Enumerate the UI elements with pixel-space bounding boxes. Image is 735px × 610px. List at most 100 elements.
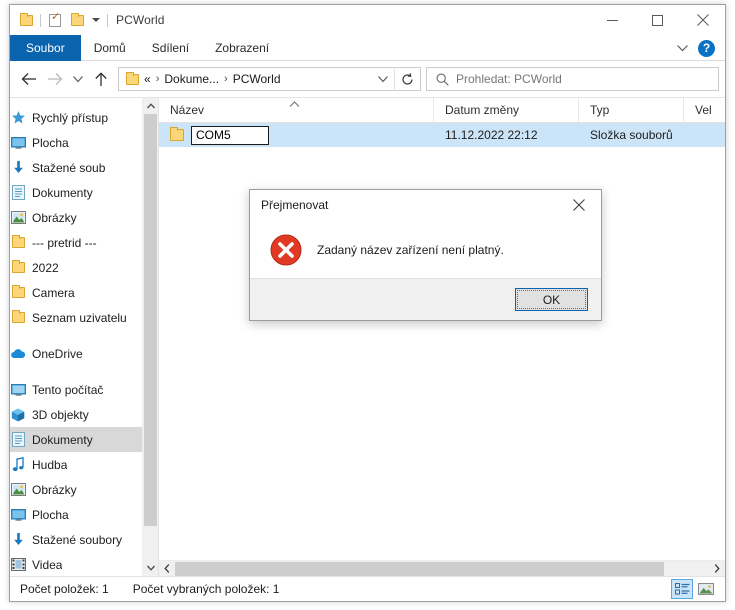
sidebar-scrollbar[interactable] <box>142 98 158 576</box>
sidebar-item-label: Stažené soubory <box>32 532 123 547</box>
folder-icon <box>10 235 26 251</box>
refresh-icon[interactable] <box>394 67 420 91</box>
dialog-message: Zadaný název zařízení není platný. <box>317 243 504 257</box>
videos-icon <box>10 557 26 573</box>
status-item-count: Počet položek: 1 <box>20 582 109 596</box>
rename-error-dialog: Přejmenovat Zadaný název zařízení není p… <box>249 189 602 321</box>
sort-ascending-icon <box>289 97 300 111</box>
column-header-nazev[interactable]: Název <box>159 98 434 122</box>
cell-date: 11.12.2022 22:12 <box>445 128 538 142</box>
sidebar-item-dokumenty-qa[interactable]: Dokumenty <box>10 180 158 205</box>
navigation-toolbar: « › Dokume... › PCWorld Prohledat: PCWor… <box>10 61 725 97</box>
cell-name[interactable]: COM5 <box>159 125 434 145</box>
dialog-footer: OK <box>250 278 601 320</box>
sidebar-item-stazene-soubory-qa[interactable]: Stažené soub <box>10 155 158 180</box>
sidebar-group-label: OneDrive <box>32 346 83 361</box>
breadcrumb-overflow[interactable]: « <box>144 72 151 86</box>
ribbon-right-controls: ? <box>672 35 721 61</box>
horizontal-scrollbar-thumb[interactable] <box>175 561 664 576</box>
sidebar-group-onedrive[interactable]: OneDrive <box>10 341 158 366</box>
up-button[interactable] <box>88 66 114 92</box>
back-button[interactable] <box>16 66 42 92</box>
chevron-down-icon[interactable] <box>672 38 692 58</box>
horizontal-scrollbar[interactable] <box>159 560 725 576</box>
dialog-title-bar: Přejmenovat <box>250 190 601 220</box>
sidebar-item-camera[interactable]: Camera <box>10 280 158 305</box>
sidebar-item-label: 3D objekty <box>32 407 89 422</box>
status-selected-count: Počet vybraných položek: 1 <box>132 582 280 596</box>
sidebar-item-hudba[interactable]: Hudba <box>10 452 158 477</box>
qat-divider-2 <box>107 13 108 27</box>
desktop-icon <box>10 135 26 151</box>
horizontal-scrollbar-track[interactable] <box>175 561 709 577</box>
screen: PCWorld Soubor Domů Sdílení Zobrazení <box>0 0 735 610</box>
sidebar-item-plocha-pc[interactable]: Plocha <box>10 502 158 527</box>
folder-icon <box>170 127 184 141</box>
tab-domu[interactable]: Domů <box>81 35 139 61</box>
sidebar-scrollbar-thumb[interactable] <box>144 114 157 526</box>
properties-icon[interactable] <box>44 9 66 31</box>
title-bar: PCWorld <box>10 5 725 35</box>
rename-input[interactable]: COM5 <box>191 125 269 145</box>
sidebar-item-3d-objekty[interactable]: 3D objekty <box>10 402 158 427</box>
details-view-button[interactable] <box>671 579 693 599</box>
downloads-icon <box>10 532 26 548</box>
column-header-typ[interactable]: Typ <box>579 98 684 122</box>
column-label: Vel <box>695 103 712 117</box>
address-bar[interactable]: « › Dokume... › PCWorld <box>118 67 421 91</box>
ribbon-tabs: Soubor Domů Sdílení Zobrazení ? <box>10 35 725 61</box>
sidebar-item-2022[interactable]: 2022 <box>10 255 158 280</box>
scroll-down-icon[interactable] <box>143 560 158 576</box>
sidebar-item-seznam-uzivatelu[interactable]: Seznam uzivatelu <box>10 305 158 330</box>
table-row[interactable]: COM5 11.12.2022 22:12 Složka souborů <box>159 123 725 147</box>
tab-sdileni[interactable]: Sdílení <box>139 35 202 61</box>
file-list-pane: Název Datum změny Typ Vel COM5 11.12.202… <box>158 98 725 576</box>
tab-soubor[interactable]: Soubor <box>10 35 81 61</box>
folder-icon <box>126 71 139 85</box>
music-icon <box>10 457 26 473</box>
close-button[interactable] <box>680 5 725 35</box>
sidebar-item-label: Plocha <box>32 507 69 522</box>
search-box[interactable]: Prohledat: PCWorld <box>426 67 719 91</box>
scroll-up-icon[interactable] <box>143 98 158 114</box>
pictures-icon <box>10 482 26 498</box>
sidebar-item-obrazky-qa[interactable]: Obrázky <box>10 205 158 230</box>
sidebar-item-label: Plocha <box>32 135 69 150</box>
new-folder-icon[interactable] <box>66 9 88 31</box>
search-input[interactable]: Prohledat: PCWorld <box>456 72 562 86</box>
window-controls <box>590 5 725 35</box>
search-icon <box>436 73 449 86</box>
navigation-pane: Rychlý přístup Plocha Stažené soub Dokum… <box>10 98 158 576</box>
large-icons-view-button[interactable] <box>695 579 717 599</box>
sidebar-group-rychly-pristup[interactable]: Rychlý přístup <box>10 105 158 130</box>
scroll-right-icon[interactable] <box>709 561 725 577</box>
recent-locations-icon[interactable] <box>68 66 88 92</box>
breadcrumb-item-dokumenty[interactable]: Dokume... <box>164 72 219 86</box>
breadcrumb-separator: › <box>155 73 160 85</box>
breadcrumb-item-pcworld[interactable]: PCWorld <box>233 72 281 86</box>
sidebar-item-obrazky[interactable]: Obrázky <box>10 477 158 502</box>
view-mode-buttons <box>671 579 717 599</box>
sidebar-group-tento-pocitac[interactable]: Tento počítač <box>10 377 158 402</box>
ok-button-label: OK <box>542 292 561 307</box>
folder-icon[interactable] <box>15 9 37 31</box>
sidebar-item-dokumenty[interactable]: Dokumenty <box>10 427 158 452</box>
dialog-close-button[interactable] <box>557 190 601 220</box>
sidebar-item-plocha[interactable]: Plocha <box>10 130 158 155</box>
help-icon[interactable]: ? <box>698 39 715 57</box>
sidebar-item-stazene-soubory[interactable]: Stažené soubory <box>10 527 158 552</box>
sidebar-item-videa[interactable]: Videa <box>10 552 158 576</box>
chevron-down-icon[interactable] <box>372 68 394 90</box>
forward-button[interactable] <box>42 66 68 92</box>
scroll-left-icon[interactable] <box>159 561 175 577</box>
sidebar-item-pretrid[interactable]: --- pretrid --- <box>10 230 158 255</box>
column-header-datum-zmeny[interactable]: Datum změny <box>434 98 579 122</box>
minimize-button[interactable] <box>590 5 635 35</box>
sidebar-item-label: Obrázky <box>32 210 77 225</box>
maximize-button[interactable] <box>635 5 680 35</box>
tab-zobrazeni[interactable]: Zobrazení <box>202 35 282 61</box>
chevron-down-icon[interactable] <box>88 18 104 22</box>
ok-button[interactable]: OK <box>515 288 588 311</box>
column-header-velikost[interactable]: Vel <box>684 98 735 122</box>
